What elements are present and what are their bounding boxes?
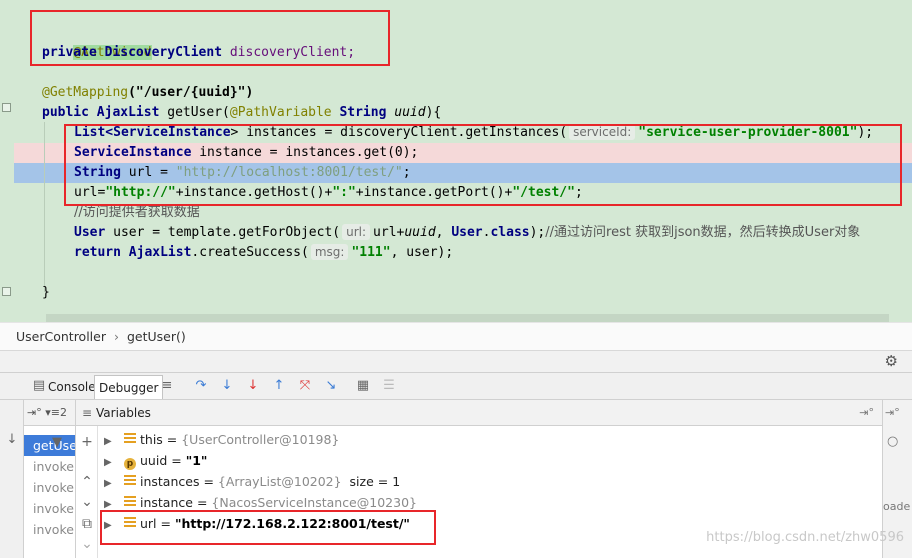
list-icon: ≡ [82,406,93,420]
horizontal-scrollbar[interactable] [46,314,889,322]
variable-row-instances[interactable]: ▶ instances = {ArrayList@10202} size = 1 [98,471,400,492]
run-to-cursor-icon[interactable]: ↘ [322,377,340,395]
watermark-text: https://blog.csdn.net/zhw0596 [706,530,904,545]
code-line-2: private DiscoveryClient discoveryClient; [42,45,356,60]
frames-panel: ⇥° ▾≡2 getUse invoke invoke invoke invok… [24,400,76,558]
variables-title: Variables [96,406,151,420]
expand-arrow-icon[interactable]: ▶ [104,515,118,536]
expand-arrow-icon[interactable]: ▶ [104,452,118,473]
frame-item[interactable]: invoke [24,456,75,477]
trace-icon[interactable]: ☰ [380,377,398,395]
fold-marker-icon[interactable] [2,103,11,112]
variable-row-uuid[interactable]: ▶ p uuid = "1" [98,450,207,471]
variables-tool-strip: + ⌃ ⌄ ⧉ ⌄ [76,426,98,558]
parameter-hint: url: [342,224,371,240]
code-line-3: @GetMapping("/user/{uuid}") [42,85,254,100]
code-line-4: public AjaxList getUser(@PathVariable St… [42,105,442,120]
step-into-icon[interactable]: ↓ [218,377,236,395]
debug-toolbar: ▤ Console Debugger ≡ ↷ ↓ ↓ ↑ ⤧ ↘ ▦ ☰ [0,372,912,400]
tab-debugger[interactable]: Debugger [94,375,164,399]
copy-icon[interactable]: ⧉ [79,516,95,532]
frame-item[interactable]: invoke [24,477,75,498]
code-line-8: url="http://"+instance.getHost()+":"+ins… [74,185,583,200]
code-editor[interactable]: @Autowired private DiscoveryClient disco… [0,0,912,322]
breadcrumb-separator: › [113,329,119,344]
frame-item[interactable]: invoke [24,498,75,519]
variable-row-url[interactable]: ▶ url = "http://172.168.2.122:8001/test/" [98,513,410,534]
force-step-into-icon[interactable]: ↓ [244,377,262,395]
indent-guide [44,122,45,292]
fold-marker-icon[interactable] [2,287,11,296]
parameter-hint: msg: [310,244,349,260]
code-line-7: String url = "http://localhost:8001/test… [74,165,411,180]
add-watch-icon[interactable]: + [79,434,95,450]
frame-item[interactable]: invoke [24,519,75,540]
variable-row-instance[interactable]: ▶ instance = {NacosServiceInstance@10230} [98,492,417,513]
code-line-10: User user = template.getForObject(url: ur… [74,224,861,240]
expand-arrow-icon[interactable]: ▶ [104,494,118,515]
debug-title-bar: ⚙ [0,350,912,372]
code-line-11: return AjaxList.createSuccess(msg: "111",… [74,244,454,260]
gear-icon[interactable]: ⚙ [885,352,898,370]
pin-icon[interactable]: ⇥° [885,406,900,419]
left-tool-strip: ↓ [0,400,24,558]
breadcrumb-class[interactable]: UserController [16,329,106,344]
field-icon [124,475,136,487]
step-out-icon[interactable]: ↑ [270,377,288,395]
code-line-6: ServiceInstance instance = instances.get… [74,145,419,160]
expand-arrow-icon[interactable]: ▶ [104,473,118,494]
view-icon[interactable]: ⌄ [79,536,95,552]
collapse-icon[interactable]: ⌃ [79,474,95,490]
breadcrumb: UserController › getUser() [0,322,912,350]
frames-header[interactable]: ⇥° ▾≡2 [24,400,75,426]
editor-gutter[interactable] [0,0,14,322]
code-line-5: List<ServiceInstance> instances = discov… [74,124,874,140]
arrow-down-icon[interactable]: ↓ [3,431,21,449]
variable-row-this[interactable]: ▶ this = {UserController@10198} [98,429,339,450]
breadcrumb-method[interactable]: getUser() [127,329,186,344]
code-line-1: @Autowired [42,23,152,60]
variables-header: ≡ Variables ⇥° [76,400,882,426]
field-icon [124,433,136,445]
expand-arrow-icon[interactable]: ▶ [104,431,118,452]
field-icon [124,517,136,529]
parameter-icon: p [124,458,136,470]
expand-icon[interactable]: ⌄ [79,494,95,510]
step-over-icon[interactable]: ↷ [192,377,210,395]
field-icon [124,496,136,508]
tab-console[interactable]: Console [44,375,100,399]
parameter-hint: serviceId: [569,124,636,140]
evaluate-expression-icon[interactable]: ▦ [354,377,372,395]
right-panel-text: oade [883,500,911,513]
restore-layout-icon[interactable]: ⇥° [859,400,874,426]
code-line-12: } [42,285,50,300]
show-frames-icon[interactable]: ≡ [158,377,176,395]
drop-frame-icon[interactable]: ⤧ [296,377,314,395]
filter-icon[interactable]: ▼ [48,434,66,452]
search-icon[interactable]: ○ [887,434,898,449]
code-line-9: //访问提供者获取数据 [74,205,200,220]
